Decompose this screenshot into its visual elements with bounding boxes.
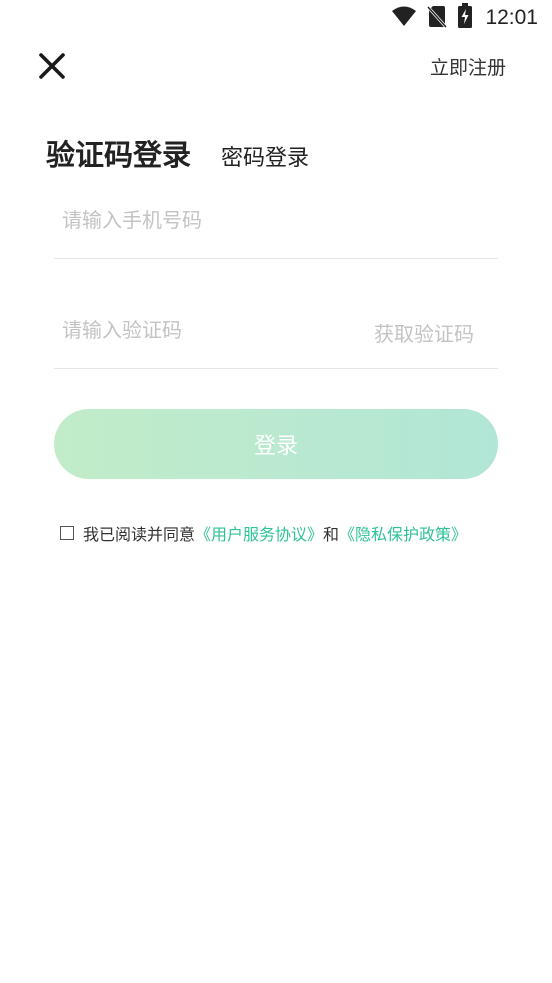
status-time: 12:01 — [485, 6, 538, 29]
register-link[interactable]: 立即注册 — [430, 54, 506, 82]
agreement-conjunction: 和 — [323, 525, 340, 544]
tab-sms-login[interactable]: 验证码登录 — [46, 132, 191, 174]
no-sim-icon — [427, 4, 448, 32]
agreement-prefix: 我已阅读并同意 — [83, 525, 196, 544]
close-button[interactable] — [34, 50, 70, 86]
agreement-row: 我已阅读并同意 《用户服务协议》 和 《隐私保护政策》 — [60, 521, 467, 545]
login-tabs: 验证码登录 密码登录 — [46, 132, 309, 174]
user-agreement-link[interactable]: 《用户服务协议》 — [195, 521, 323, 545]
status-icons: 12:01 — [391, 3, 538, 33]
agreement-checkbox[interactable] — [60, 526, 74, 540]
status-bar: 12:01 — [0, 0, 552, 36]
code-field-container: 获取验证码 — [54, 310, 498, 369]
battery-charging-icon — [457, 3, 473, 33]
wifi-icon — [391, 5, 417, 31]
phone-field-container — [54, 200, 498, 259]
verification-code-input[interactable] — [62, 310, 342, 350]
close-icon — [39, 53, 65, 83]
tab-password-login[interactable]: 密码登录 — [221, 140, 309, 172]
login-button[interactable]: 登录 — [54, 409, 498, 479]
phone-input[interactable] — [62, 200, 342, 240]
privacy-policy-link[interactable]: 《隐私保护政策》 — [339, 521, 467, 545]
get-code-button[interactable]: 获取验证码 — [374, 318, 474, 347]
